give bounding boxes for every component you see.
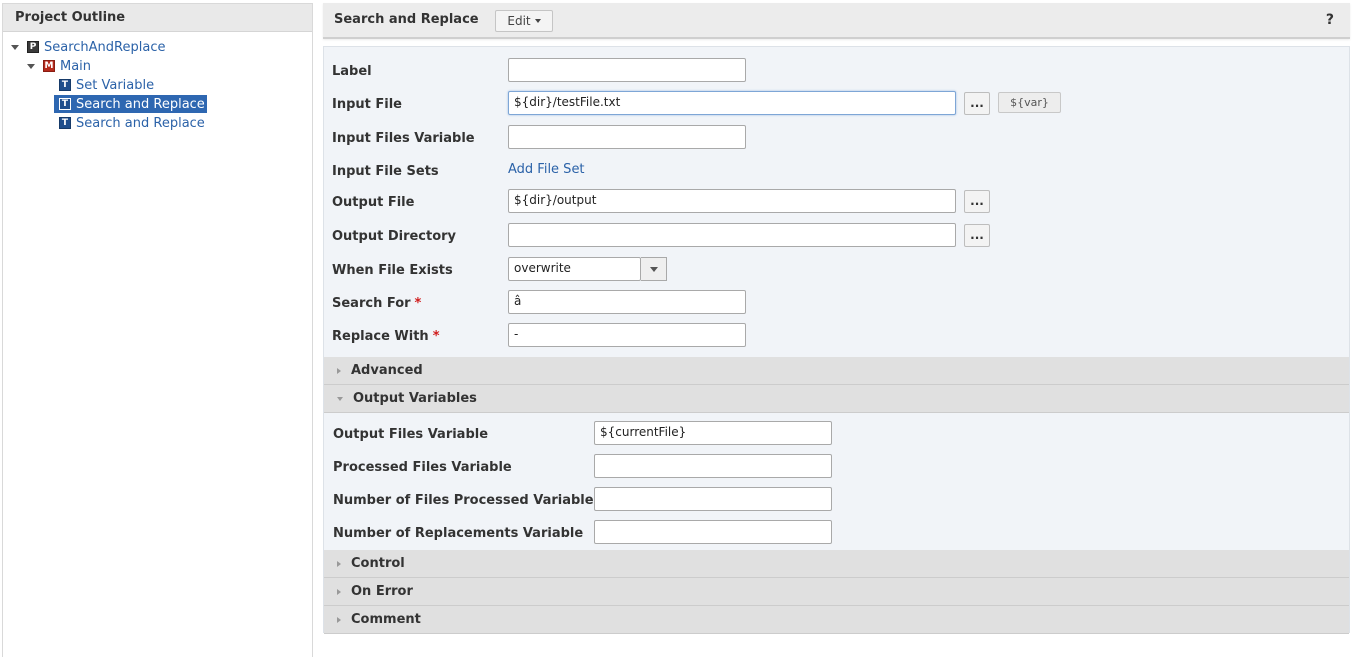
output-directory-input[interactable]: [508, 223, 956, 247]
chevron-down-icon: [649, 266, 658, 272]
output-file-label: Output File: [332, 195, 415, 210]
required-marker: *: [432, 329, 440, 344]
replace-with-label: Replace With *: [332, 329, 440, 344]
section-title: Advanced: [351, 363, 423, 378]
tree-item-task-selected[interactable]: T Search and Replace: [54, 95, 207, 113]
output-directory-label: Output Directory: [332, 229, 457, 244]
chevron-down-icon: [337, 396, 343, 401]
task-form: Label Input File ${dir}/testFile.txt ...…: [323, 46, 1350, 634]
chevron-right-icon: [337, 588, 341, 595]
task-icon: T: [59, 98, 71, 110]
chevron-right-icon: [337, 616, 341, 623]
project-outline-panel: Project Outline P SearchAndReplace M Mai…: [2, 3, 313, 657]
output-directory-browse-button[interactable]: ...: [964, 224, 990, 247]
output-file-input[interactable]: ${dir}/output: [508, 189, 956, 213]
replace-with-label-text: Replace With: [332, 329, 429, 344]
output-file-browse-button[interactable]: ...: [964, 190, 990, 213]
caret-down-icon: [534, 19, 541, 23]
section-advanced[interactable]: Advanced: [324, 357, 1349, 385]
edit-menu-button[interactable]: Edit: [495, 10, 553, 32]
processed-files-variable-input[interactable]: [594, 454, 832, 478]
input-file-input[interactable]: ${dir}/testFile.txt: [508, 91, 956, 115]
input-file-sets-label: Input File Sets: [332, 164, 439, 179]
search-for-label: Search For *: [332, 296, 421, 311]
replace-with-input[interactable]: -: [508, 323, 746, 347]
add-file-set-link[interactable]: Add File Set: [508, 162, 585, 177]
section-title: Comment: [351, 612, 421, 627]
tree-item-task[interactable]: T Set Variable: [59, 76, 154, 94]
input-files-variable-label: Input Files Variable: [332, 131, 475, 146]
number-of-replacements-variable-input[interactable]: [594, 520, 832, 544]
number-of-files-processed-variable-input[interactable]: [594, 487, 832, 511]
module-icon: M: [43, 60, 55, 72]
section-control[interactable]: Control: [324, 550, 1349, 578]
tree-item-label: SearchAndReplace: [44, 39, 166, 55]
label-input[interactable]: [508, 58, 746, 82]
tree-item-label: Search and Replace: [76, 115, 205, 131]
project-outline-title: Project Outline: [3, 4, 312, 32]
processed-files-variable-label: Processed Files Variable: [333, 460, 512, 475]
search-for-label-text: Search For: [332, 296, 411, 311]
tree-item-label: Set Variable: [76, 77, 155, 93]
input-file-browse-button[interactable]: ...: [964, 92, 990, 115]
tree-item-module[interactable]: M Main: [27, 57, 91, 75]
tree-item-label: Main: [60, 58, 92, 74]
number-of-files-processed-variable-label: Number of Files Processed Variable: [333, 493, 594, 508]
expand-arrow-icon[interactable]: [11, 44, 19, 50]
task-icon: T: [59, 117, 71, 129]
input-files-variable-input[interactable]: [508, 125, 746, 149]
section-title: Output Variables: [353, 391, 477, 406]
task-panel-header: Search and Replace Edit ?: [323, 3, 1350, 39]
search-for-input[interactable]: â: [508, 290, 746, 314]
output-files-variable-label: Output Files Variable: [333, 427, 489, 442]
output-files-variable-input[interactable]: ${currentFile}: [594, 421, 832, 445]
panel-title: Search and Replace: [334, 12, 479, 27]
tree-item-project[interactable]: P SearchAndReplace: [11, 38, 165, 56]
number-of-replacements-variable-label: Number of Replacements Variable: [333, 526, 584, 541]
input-file-label: Input File: [332, 97, 403, 112]
insert-variable-button[interactable]: ${var}: [998, 92, 1061, 113]
section-comment[interactable]: Comment: [324, 606, 1349, 634]
section-title: On Error: [351, 584, 413, 599]
chevron-right-icon: [337, 367, 341, 374]
dropdown-arrow-button[interactable]: [641, 257, 667, 281]
section-output-variables[interactable]: Output Variables: [324, 385, 1349, 413]
expand-arrow-icon[interactable]: [27, 63, 35, 69]
section-on-error[interactable]: On Error: [324, 578, 1349, 606]
project-icon: P: [27, 41, 39, 53]
tree-item-task[interactable]: T Search and Replace: [59, 114, 205, 132]
section-title: Control: [351, 556, 405, 571]
when-file-exists-select[interactable]: overwrite: [508, 257, 641, 281]
help-icon[interactable]: ?: [1326, 12, 1334, 28]
edit-button-label: Edit: [507, 14, 531, 28]
chevron-right-icon: [337, 560, 341, 567]
when-file-exists-label: When File Exists: [332, 263, 453, 278]
tree-item-label: Search and Replace: [76, 96, 205, 112]
required-marker: *: [414, 296, 422, 311]
label-field-label: Label: [332, 64, 372, 79]
task-icon: T: [59, 79, 71, 91]
